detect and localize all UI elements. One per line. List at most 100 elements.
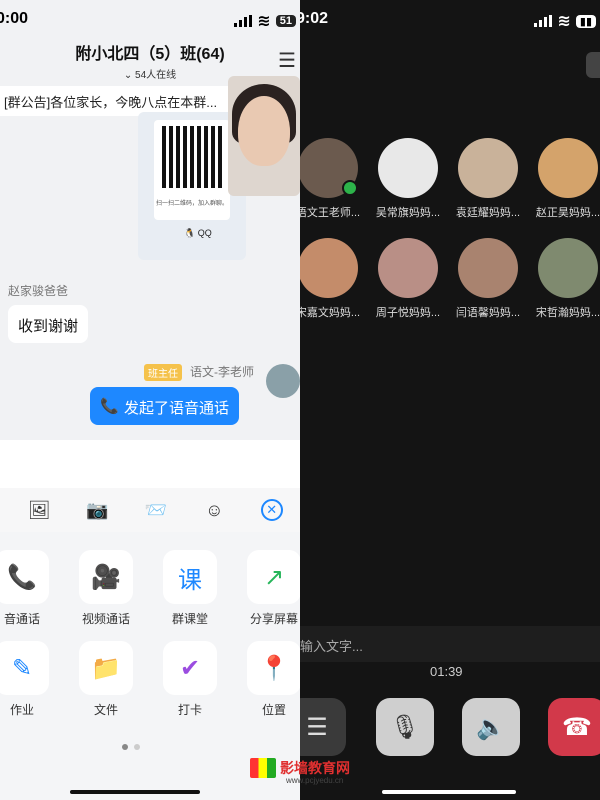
video-icon: 🎥 xyxy=(79,550,133,604)
battery-icon: ▮▮ xyxy=(575,14,596,28)
app-label: 位置 xyxy=(261,703,286,717)
app-video-call[interactable]: 🎥 视频通话 xyxy=(64,550,148,627)
participant-name: 赵正昊妈妈... xyxy=(535,207,600,219)
participant-name: 闫语馨妈妈... xyxy=(455,307,521,319)
participant-name: 语文王老师... xyxy=(300,207,361,219)
menu-icon[interactable]: ☰ xyxy=(278,48,296,73)
call-timer: 01:39 xyxy=(430,664,463,679)
participant-avatar xyxy=(378,238,438,298)
folder-icon: 📁 xyxy=(79,641,133,695)
phone-icon: 📞 xyxy=(100,398,119,415)
app-label: 作业 xyxy=(9,703,34,717)
chat-toolbar: 🖼 📷 📨 ☺ ✕ xyxy=(0,488,300,532)
app-label: 文件 xyxy=(93,703,118,717)
emoji-icon[interactable]: ☺ xyxy=(202,500,226,521)
role-badge: 班主任 xyxy=(144,364,182,381)
participant[interactable]: 宋哲瀚妈妈... xyxy=(528,238,600,320)
hang-up-icon: ☎ xyxy=(562,713,592,741)
app-checkin[interactable]: ✔ 打卡 xyxy=(148,641,232,718)
participant-name: 周子悦妈妈... xyxy=(375,307,441,319)
participants-icon[interactable] xyxy=(586,52,600,78)
camera-icon[interactable]: 📷 xyxy=(86,500,110,521)
text-input[interactable]: 输入文字... xyxy=(300,626,600,662)
status-time: 9:02 xyxy=(300,10,329,27)
speaker-button[interactable]: 🔈 xyxy=(462,698,520,756)
participant[interactable]: 宋嘉文妈妈... xyxy=(300,238,368,320)
app-share-screen[interactable]: ↗ 分享屏幕 xyxy=(232,550,300,627)
classroom-icon: 课 xyxy=(163,550,217,604)
app-label: 分享屏幕 xyxy=(249,612,298,626)
participant[interactable]: 吴常旗妈妈... xyxy=(368,138,448,220)
participant-grid: 语文王老师... 吴常旗妈妈... 袁廷耀妈妈... 赵正昊妈妈... 宋嘉文妈妈...… xyxy=(300,138,600,320)
share-screen-icon: ↗ xyxy=(247,550,300,604)
app-files[interactable]: 📁 文件 xyxy=(64,641,148,718)
participant[interactable]: 赵正昊妈妈... xyxy=(528,138,600,220)
status-indicators: ≋ 51 xyxy=(234,11,296,31)
checkin-icon: ✔ xyxy=(163,641,217,695)
app-voice-call[interactable]: 📞 音通话 xyxy=(0,550,64,627)
participant-avatar xyxy=(458,138,518,198)
voice-call-text: 发起了语音通话 xyxy=(124,400,230,417)
participant[interactable]: 语文王老师... xyxy=(300,138,368,220)
chat-screen: 0:00 ≋ 51 附小北四（5）班(64) ⌄ 54人在线 ☰ [群公告]各位… xyxy=(0,0,300,800)
participant[interactable]: 袁廷耀妈妈... xyxy=(448,138,528,220)
menu-button[interactable]: ☰ xyxy=(300,698,346,756)
app-label: 打卡 xyxy=(177,703,202,717)
microphone-icon: 🎙 xyxy=(389,713,421,741)
wifi-icon: ≋ xyxy=(257,13,271,30)
voice-call-bubble[interactable]: 📞 发起了语音通话 xyxy=(90,387,240,425)
status-indicators: ≋ ▮▮ xyxy=(534,11,596,31)
hang-up-button[interactable]: ☎ xyxy=(548,698,600,756)
app-label: 视频通话 xyxy=(81,612,130,626)
signal-icon xyxy=(534,15,553,27)
participant-avatar xyxy=(458,238,518,298)
menu-icon: ☰ xyxy=(306,713,328,741)
home-indicator[interactable] xyxy=(382,790,516,794)
mic-button[interactable]: 🎙 xyxy=(376,698,434,756)
status-time: 0:00 xyxy=(0,10,29,27)
app-classroom[interactable]: 课群课堂 xyxy=(148,550,232,627)
participant-avatar xyxy=(538,138,598,198)
participant-avatar xyxy=(300,238,358,298)
signal-icon xyxy=(234,15,253,27)
qq-label: 🐧 QQ xyxy=(184,228,212,238)
homework-icon: ✎ xyxy=(0,641,49,695)
group-title[interactable]: 附小北四（5）班(64) xyxy=(0,40,300,64)
phone-icon: 📞 xyxy=(0,550,49,604)
input-placeholder: 输入文字... xyxy=(300,639,363,654)
file-icon[interactable]: 📨 xyxy=(144,500,168,521)
input-area[interactable] xyxy=(0,440,300,488)
qr-card-inner: 扫一扫二维码，加入群聊。 xyxy=(154,120,230,220)
speaker-icon: 🔈 xyxy=(476,713,506,741)
watermark-text: 影墙教育网 xyxy=(280,760,350,776)
app-grid: 📞 音通话 🎥 视频通话 课群课堂 ↗ 分享屏幕 ✎ 作业 📁 文件 ✔ 打卡 📍 位置 xyxy=(0,550,300,718)
video-face xyxy=(238,96,290,166)
participant-avatar xyxy=(378,138,438,198)
home-indicator[interactable] xyxy=(70,790,200,794)
participant-name: 宋嘉文妈妈... xyxy=(300,307,361,319)
app-location[interactable]: 📍 位置 xyxy=(232,641,300,718)
app-label: 音通话 xyxy=(3,612,40,626)
app-homework[interactable]: ✎ 作业 xyxy=(0,641,64,718)
close-icon[interactable]: ✕ xyxy=(260,499,283,521)
watermark-logo-icon xyxy=(250,758,276,778)
location-icon: 📍 xyxy=(247,641,300,695)
battery-icon: 51 xyxy=(275,15,296,27)
video-preview[interactable] xyxy=(228,76,300,196)
participant-avatar xyxy=(300,138,358,198)
voice-call-screen: 9:02 ≋ ▮▮ 语文王老师... 吴常旗妈妈... 袁廷耀妈妈... 赵正昊妈妈.… xyxy=(300,0,600,800)
photo-icon[interactable]: 🖼 xyxy=(27,500,51,521)
participant-name: 吴常旗妈妈... xyxy=(375,207,441,219)
participant[interactable]: 闫语馨妈妈... xyxy=(448,238,528,320)
message-sender: 赵家骏爸爸 xyxy=(8,284,69,298)
avatar[interactable] xyxy=(266,364,300,398)
participant-name: 宋哲瀚妈妈... xyxy=(535,307,600,319)
message-sender-teacher: 语文-李老师 xyxy=(190,365,254,379)
message-bubble[interactable]: 收到谢谢 xyxy=(8,305,89,343)
app-label: 群课堂 xyxy=(171,612,208,626)
qq-text: QQ xyxy=(197,228,212,238)
participant-name: 袁廷耀妈妈... xyxy=(455,207,521,219)
speaking-mic-icon xyxy=(342,180,358,196)
qr-caption: 扫一扫二维码，加入群聊。 xyxy=(155,201,228,207)
participant[interactable]: 周子悦妈妈... xyxy=(368,238,448,320)
